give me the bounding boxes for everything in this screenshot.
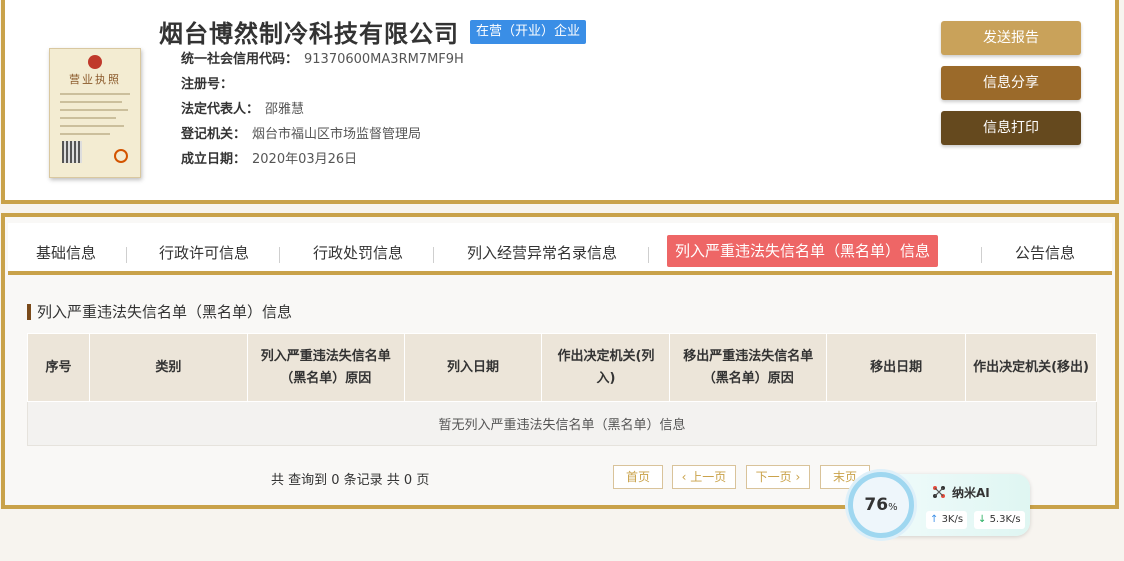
table-row: 暂无列入严重违法失信名单（黑名单）信息 bbox=[27, 401, 1097, 446]
company-name: 烟台博然制冷科技有限公司 bbox=[159, 20, 459, 48]
column-header: 移出严重违法失信名单（黑名单）原因 bbox=[669, 333, 828, 402]
tab-separator bbox=[279, 247, 280, 263]
next-page-button[interactable]: 下一页 › bbox=[746, 465, 810, 489]
tab-announcements[interactable]: 公告信息 bbox=[1015, 237, 1075, 269]
arrow-down-icon: ↓ bbox=[978, 514, 990, 525]
percent-unit: % bbox=[888, 502, 898, 513]
tab-blacklist[interactable]: 列入严重违法失信名单（黑名单）信息 bbox=[667, 235, 939, 267]
nano-ai-widget[interactable]: 76% 纳米AI ↑ 3K/s ↓ 5.3K/s bbox=[846, 470, 1032, 540]
send-report-button[interactable]: 发送报告 bbox=[941, 21, 1081, 55]
column-header: 序号 bbox=[27, 333, 90, 402]
company-card: 营业执照 烟台博然制冷科技有限公司 在营（开业）企业 统一社会信用代码： 9137… bbox=[1, 0, 1119, 204]
national-emblem-icon bbox=[88, 55, 102, 69]
info-credit-code: 统一社会信用代码： 91370600MA3RM7MF9H bbox=[181, 50, 464, 70]
tab-administrative-penalty[interactable]: 行政处罚信息 bbox=[313, 237, 403, 269]
tab-abnormal-operation[interactable]: 列入经营异常名录信息 bbox=[467, 237, 617, 269]
percent-value: 76 bbox=[864, 495, 889, 515]
upload-speed: ↑ 3K/s bbox=[926, 511, 968, 529]
column-header: 移出日期 bbox=[826, 333, 967, 402]
qr-code-icon bbox=[62, 141, 82, 163]
info-value: 烟台市福山区市场监督管理局 bbox=[252, 127, 422, 142]
license-title: 营业执照 bbox=[69, 73, 121, 86]
upload-speed-value: 3K/s bbox=[941, 514, 964, 525]
tab-separator bbox=[126, 247, 127, 263]
license-text-line bbox=[60, 101, 122, 103]
arrow-up-icon: ↑ bbox=[930, 514, 942, 525]
tab-administrative-license[interactable]: 行政许可信息 bbox=[159, 237, 249, 269]
download-speed-value: 5.3K/s bbox=[989, 514, 1021, 525]
info-registration-number: 注册号： bbox=[181, 75, 239, 95]
percent-readout: 76% bbox=[853, 495, 909, 515]
license-text-line bbox=[60, 93, 130, 95]
next-page-label: 下一页 bbox=[755, 470, 792, 484]
column-header: 类别 bbox=[88, 333, 248, 402]
info-registration-authority: 登记机关： 烟台市福山区市场监督管理局 bbox=[181, 125, 421, 145]
seal-icon bbox=[114, 149, 128, 163]
table-header-row: 序号 类别 列入严重违法失信名单（黑名单）原因 列入日期 作出决定机关(列入) … bbox=[27, 333, 1097, 402]
status-badge: 在营（开业）企业 bbox=[470, 20, 587, 44]
license-text-line bbox=[60, 109, 128, 111]
info-label: 统一社会信用代码： bbox=[181, 52, 299, 67]
tab-basic-info[interactable]: 基础信息 bbox=[36, 237, 96, 269]
empty-state-text: 暂无列入严重违法失信名单（黑名单）信息 bbox=[27, 401, 1097, 446]
tab-separator bbox=[433, 247, 434, 263]
info-label: 登记机关： bbox=[181, 127, 247, 142]
info-established-date: 成立日期： 2020年03月26日 bbox=[181, 150, 357, 170]
first-page-button[interactable]: 首页 bbox=[613, 465, 663, 489]
info-label: 注册号： bbox=[181, 77, 234, 92]
info-value: 邵雅慧 bbox=[265, 102, 305, 117]
section-title: 列入严重违法失信名单（黑名单）信息 bbox=[27, 301, 292, 323]
column-header: 作出决定机关(移出) bbox=[965, 333, 1097, 402]
license-text-line bbox=[60, 133, 110, 135]
chevron-left-icon: ‹ bbox=[681, 470, 691, 484]
blacklist-table: 序号 类别 列入严重违法失信名单（黑名单）原因 列入日期 作出决定机关(列入) … bbox=[27, 333, 1097, 446]
progress-circle[interactable]: 76% bbox=[848, 472, 914, 538]
column-header: 作出决定机关(列入) bbox=[541, 333, 671, 402]
info-value: 2020年03月26日 bbox=[252, 152, 358, 167]
info-label: 成立日期： bbox=[181, 152, 247, 167]
column-header: 列入日期 bbox=[403, 333, 543, 402]
download-speed: ↓ 5.3K/s bbox=[974, 511, 1025, 529]
tab-bar: 基础信息 行政许可信息 行政处罚信息 列入经营异常名录信息 列入严重违法失信名单… bbox=[8, 223, 1112, 275]
info-panel: 基础信息 行政许可信息 行政处罚信息 列入经营异常名录信息 列入严重违法失信名单… bbox=[1, 213, 1119, 509]
license-text-line bbox=[60, 117, 116, 119]
business-license-image[interactable]: 营业执照 bbox=[49, 48, 141, 178]
pager-summary: 共 查询到 0 条记录 共 0 页 bbox=[271, 473, 430, 488]
ai-name-label: 纳米AI bbox=[952, 486, 990, 500]
column-header: 列入严重违法失信名单（黑名单）原因 bbox=[246, 333, 405, 402]
share-info-button[interactable]: 信息分享 bbox=[941, 66, 1081, 100]
license-text-line bbox=[60, 125, 124, 127]
print-info-button[interactable]: 信息打印 bbox=[941, 111, 1081, 145]
prev-page-button[interactable]: ‹ 上一页 bbox=[672, 465, 736, 489]
tab-separator bbox=[648, 247, 649, 263]
prev-page-label: 上一页 bbox=[690, 470, 727, 484]
info-value: 91370600MA3RM7MF9H bbox=[304, 52, 464, 67]
tab-separator bbox=[981, 247, 982, 263]
info-label: 法定代表人： bbox=[181, 102, 260, 117]
info-legal-representative: 法定代表人： 邵雅慧 bbox=[181, 100, 304, 120]
nano-ai-logo-icon bbox=[933, 486, 945, 498]
chevron-right-icon: › bbox=[791, 470, 801, 484]
